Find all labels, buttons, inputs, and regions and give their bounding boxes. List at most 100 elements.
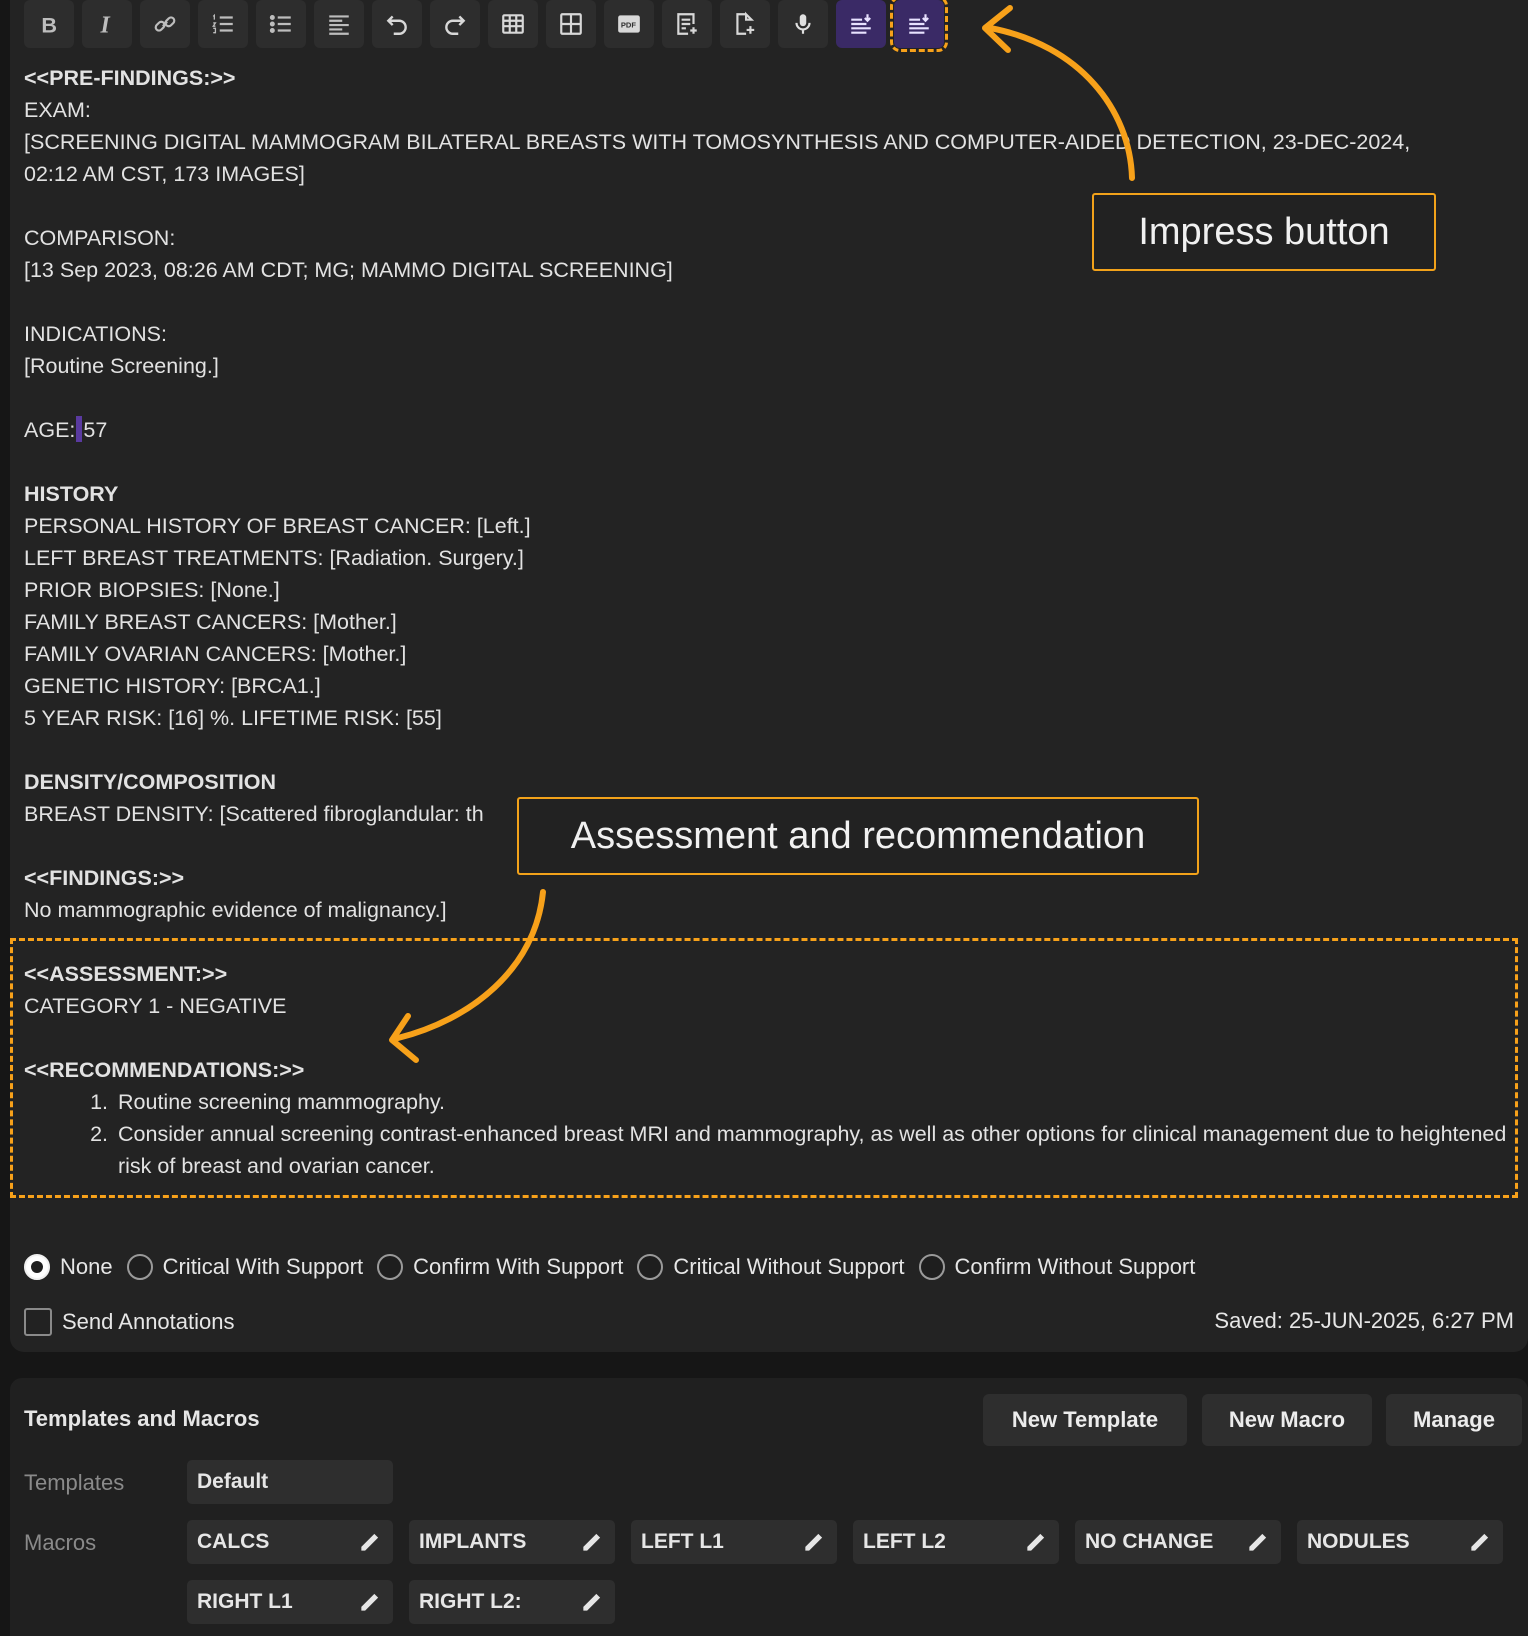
assessment-header: <<ASSESSMENT:>> bbox=[24, 962, 228, 986]
svg-text:PDF: PDF bbox=[621, 20, 637, 29]
pdf-button[interactable]: PDF bbox=[604, 0, 654, 48]
history-line: PERSONAL HISTORY OF BREAST CANCER: [Left… bbox=[24, 514, 531, 538]
bold-icon: B bbox=[41, 13, 57, 37]
dictate-button[interactable] bbox=[778, 0, 828, 48]
macro-label: RIGHT L2: bbox=[419, 1590, 522, 1613]
macro-chip[interactable]: IMPLANTS bbox=[409, 1520, 615, 1564]
radio-confirm-without-support[interactable]: Confirm Without Support bbox=[918, 1254, 1196, 1280]
radio-label: Confirm Without Support bbox=[954, 1254, 1196, 1279]
pdf-icon: PDF bbox=[618, 15, 640, 33]
italic-icon: I bbox=[100, 13, 111, 37]
notification-radio-group: None Critical With Support Confirm With … bbox=[24, 1254, 1209, 1280]
edit-pencil-icon[interactable] bbox=[357, 1529, 383, 1555]
bold-button[interactable]: B bbox=[24, 0, 74, 48]
new-macro-button[interactable]: New Macro bbox=[1202, 1394, 1372, 1446]
bullet-list-button[interactable] bbox=[256, 0, 306, 48]
macro-label: RIGHT L1 bbox=[197, 1590, 293, 1613]
macro-label: NODULES bbox=[1307, 1530, 1410, 1553]
radio-dot[interactable] bbox=[126, 1254, 153, 1280]
insert-table-button[interactable] bbox=[488, 0, 538, 48]
radio-dot[interactable] bbox=[637, 1254, 664, 1280]
macro-chip[interactable]: CALCS bbox=[187, 1520, 393, 1564]
radio-critical-with-support[interactable]: Critical With Support bbox=[126, 1254, 364, 1280]
prefindings-header: <<PRE-FINDINGS:>> bbox=[24, 66, 236, 90]
send-annotations-checkbox[interactable] bbox=[24, 1308, 52, 1336]
ai-report-button[interactable] bbox=[836, 0, 886, 48]
send-annotations-row[interactable]: Send Annotations bbox=[24, 1308, 234, 1336]
radio-confirm-with-support[interactable]: Confirm With Support bbox=[377, 1254, 623, 1280]
manage-button[interactable]: Manage bbox=[1386, 1394, 1522, 1446]
radio-none[interactable]: None bbox=[24, 1254, 113, 1280]
link-button[interactable] bbox=[140, 0, 190, 48]
radio-critical-without-support[interactable]: Critical Without Support bbox=[637, 1254, 905, 1280]
history-line: 5 YEAR RISK: [16] %. LIFETIME RISK: [55] bbox=[24, 706, 442, 730]
ai-list-icon bbox=[909, 14, 929, 34]
radio-label: None bbox=[60, 1254, 113, 1279]
history-line: GENETIC HISTORY: [BRCA1.] bbox=[24, 674, 321, 698]
add-document-button[interactable] bbox=[720, 0, 770, 48]
history-line: PRIOR BIOPSIES: [None.] bbox=[24, 578, 280, 602]
exam-value-line2: 02:12 AM CST, 173 IMAGES] bbox=[24, 162, 305, 186]
numbered-list-button[interactable] bbox=[198, 0, 248, 48]
macro-label: NO CHANGE bbox=[1085, 1530, 1214, 1553]
svg-text:I: I bbox=[100, 13, 111, 37]
macro-chip[interactable]: LEFT L2 bbox=[853, 1520, 1059, 1564]
templates-macros-title: Templates and Macros bbox=[24, 1406, 260, 1431]
bullet-list-icon bbox=[269, 15, 291, 33]
edit-pencil-icon[interactable] bbox=[1245, 1529, 1271, 1555]
recommendation-item: Consider annual screening contrast-enhan… bbox=[114, 1118, 1514, 1182]
radio-label: Critical Without Support bbox=[673, 1254, 905, 1279]
edit-pencil-icon[interactable] bbox=[579, 1589, 605, 1615]
history-header: HISTORY bbox=[24, 482, 119, 506]
grid-icon bbox=[560, 13, 582, 35]
microphone-icon bbox=[795, 14, 811, 34]
macro-chip[interactable]: NO CHANGE bbox=[1075, 1520, 1281, 1564]
impress-button[interactable] bbox=[890, 0, 948, 52]
edit-pencil-icon[interactable] bbox=[357, 1589, 383, 1615]
insert-note-button[interactable] bbox=[662, 0, 712, 48]
align-left-icon bbox=[329, 15, 349, 35]
macro-chip[interactable]: RIGHT L2: bbox=[409, 1580, 615, 1624]
macro-chip[interactable]: LEFT L1 bbox=[631, 1520, 837, 1564]
assessment-value: CATEGORY 1 - NEGATIVE bbox=[24, 994, 287, 1018]
radio-label: Critical With Support bbox=[162, 1254, 364, 1279]
italic-button[interactable]: I bbox=[82, 0, 132, 48]
age-label: AGE: bbox=[24, 418, 76, 442]
recommendation-item: Routine screening mammography. bbox=[114, 1086, 1514, 1118]
redo-button[interactable] bbox=[430, 0, 480, 48]
svg-text:B: B bbox=[41, 13, 57, 37]
send-annotations-label: Send Annotations bbox=[62, 1309, 235, 1334]
macro-label: LEFT L1 bbox=[641, 1530, 724, 1553]
macros-label: Macros bbox=[24, 1530, 97, 1555]
undo-icon bbox=[386, 15, 407, 35]
macro-chip[interactable]: RIGHT L1 bbox=[187, 1580, 393, 1624]
templates-label: Templates bbox=[24, 1470, 125, 1495]
history-line: FAMILY BREAST CANCERS: [Mother.] bbox=[24, 610, 397, 634]
ai-list-icon bbox=[851, 14, 871, 34]
radio-label: Confirm With Support bbox=[413, 1254, 624, 1279]
align-left-button[interactable] bbox=[314, 0, 364, 48]
edit-pencil-icon[interactable] bbox=[579, 1529, 605, 1555]
edit-pencil-icon[interactable] bbox=[1023, 1529, 1049, 1555]
template-default[interactable]: Default bbox=[187, 1460, 393, 1504]
note-add-icon bbox=[677, 13, 697, 35]
age-value: 57 bbox=[83, 418, 108, 442]
macro-label: CALCS bbox=[197, 1530, 270, 1553]
templates-macros-panel: Templates and Macros New Template New Ma… bbox=[10, 1378, 1528, 1636]
text-cursor bbox=[76, 416, 83, 442]
exam-label: EXAM: bbox=[24, 98, 91, 122]
findings-value: No mammographic evidence of malignancy.] bbox=[24, 898, 447, 922]
history-line: FAMILY OVARIAN CANCERS: [Mother.] bbox=[24, 642, 407, 666]
edit-pencil-icon[interactable] bbox=[801, 1529, 827, 1555]
radio-dot[interactable] bbox=[918, 1254, 945, 1280]
document-add-icon bbox=[736, 11, 755, 35]
undo-button[interactable] bbox=[372, 0, 422, 48]
macro-chip[interactable]: NODULES bbox=[1297, 1520, 1503, 1564]
radio-dot[interactable] bbox=[377, 1254, 404, 1280]
table-layout-button[interactable] bbox=[546, 0, 596, 48]
new-template-button[interactable]: New Template bbox=[983, 1394, 1187, 1446]
indications-label: INDICATIONS: bbox=[24, 322, 167, 346]
radio-dot[interactable] bbox=[24, 1254, 50, 1280]
exam-value-line1: [SCREENING DIGITAL MAMMOGRAM BILATERAL B… bbox=[24, 130, 1411, 154]
edit-pencil-icon[interactable] bbox=[1467, 1529, 1493, 1555]
